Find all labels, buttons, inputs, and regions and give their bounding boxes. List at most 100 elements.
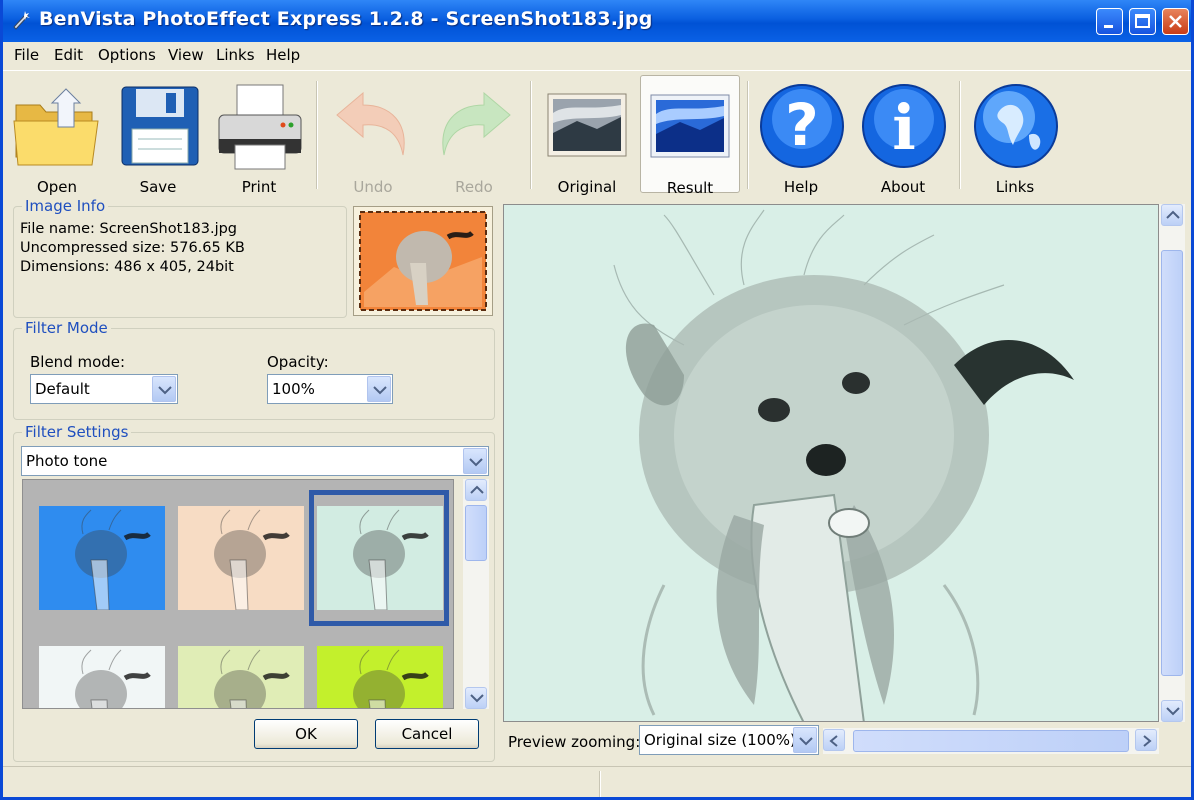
scroll-down-button[interactable] (465, 687, 487, 709)
opacity-value: 100% (272, 380, 315, 398)
filter-swatch[interactable] (317, 646, 443, 708)
app-window: BenVista PhotoEffect Express 1.2.8 - Scr… (0, 0, 1194, 800)
scroll-thumb[interactable] (1161, 250, 1183, 676)
chevron-down-icon[interactable] (793, 727, 817, 753)
original-thumbnail (353, 206, 493, 316)
scroll-left-button[interactable] (823, 729, 845, 751)
scroll-up-button[interactable] (1161, 204, 1183, 226)
status-bar (3, 766, 1191, 797)
open-button[interactable]: Open (7, 75, 107, 196)
menu-help[interactable]: Help (266, 46, 300, 64)
cancel-button[interactable]: Cancel (375, 719, 479, 749)
filter-swatch[interactable] (39, 506, 165, 610)
preview-horizontal-scrollbar[interactable] (823, 728, 1159, 754)
original-photo-icon (547, 93, 627, 157)
undo-label: Undo (353, 178, 393, 196)
undo-button[interactable]: Undo (323, 75, 423, 196)
menu-edit[interactable]: Edit (54, 46, 83, 64)
status-divider (599, 771, 601, 797)
filter-swatch[interactable] (178, 506, 304, 610)
scroll-thumb[interactable] (853, 730, 1129, 752)
original-button[interactable]: Original (537, 75, 637, 196)
print-button[interactable]: Print (209, 75, 309, 196)
minimize-button[interactable] (1096, 8, 1123, 35)
svg-text:?: ? (785, 91, 819, 159)
swatch-dog-thumbnail (214, 649, 290, 708)
preview-zoom-select[interactable]: Original size (100%) (639, 725, 819, 755)
filter-swatch[interactable] (39, 646, 165, 708)
result-button[interactable]: Result (640, 75, 740, 197)
links-button[interactable]: Links (965, 75, 1065, 196)
toolbar-separator (959, 81, 961, 189)
scroll-right-button[interactable] (1135, 729, 1157, 751)
menu-file[interactable]: File (14, 46, 39, 64)
swatch-dog-thumbnail (75, 649, 151, 708)
filter-preset-select[interactable]: Photo tone (21, 446, 489, 476)
open-folder-icon (13, 88, 99, 166)
filter-mode-group: Filter Mode Blend mode: Default Opacity:… (13, 319, 495, 420)
scroll-up-button[interactable] (465, 479, 487, 501)
filter-preset-value: Photo tone (26, 452, 108, 470)
undo-arrow-icon (336, 91, 405, 156)
swatch-scrollbar[interactable] (463, 479, 489, 709)
menu-view[interactable]: View (168, 46, 204, 64)
chevron-down-icon[interactable] (463, 448, 487, 474)
preview-zooming-label: Preview zooming: (508, 733, 641, 751)
ok-button[interactable]: OK (254, 719, 358, 749)
help-label: Help (783, 178, 819, 196)
preview-vertical-scrollbar[interactable] (1159, 204, 1185, 722)
menu-options[interactable]: Options (98, 46, 156, 64)
print-label: Print (241, 178, 277, 196)
image-info-title: Image Info (22, 197, 109, 215)
help-button[interactable]: ? Help (751, 75, 851, 196)
toolbar: Open Save Print Undo Redo Original Resul… (3, 70, 1191, 197)
maximize-button[interactable] (1129, 8, 1156, 35)
info-icon: i (862, 84, 946, 168)
open-label: Open (36, 178, 78, 196)
about-button[interactable]: i About (853, 75, 953, 196)
svg-text:i: i (892, 91, 916, 164)
filter-swatch[interactable] (317, 506, 443, 610)
window-title: BenVista PhotoEffect Express 1.2.8 - Scr… (39, 8, 653, 30)
globe-icon (974, 84, 1058, 168)
filter-settings-title: Filter Settings (22, 423, 132, 441)
toolbar-separator (316, 81, 318, 189)
opacity-select[interactable]: 100% (267, 374, 393, 404)
thumbnail-image (359, 211, 487, 311)
close-button[interactable] (1162, 8, 1189, 35)
chevron-down-icon[interactable] (367, 376, 391, 402)
help-question-icon: ? (760, 84, 844, 168)
filter-mode-title: Filter Mode (22, 319, 111, 337)
menu-bar: File Edit Options View Links Help (3, 42, 1191, 70)
preview-canvas[interactable] (503, 204, 1159, 722)
filter-swatch-grid (22, 479, 454, 709)
uncompressed-size-text: Uncompressed size: 576.65 KB (20, 240, 245, 256)
preview-zoom-value: Original size (100%) (644, 731, 796, 749)
result-photo-icon (650, 94, 730, 158)
opacity-label: Opacity: (267, 353, 329, 371)
links-label: Links (995, 178, 1035, 196)
chevron-down-icon[interactable] (152, 376, 176, 402)
preview-image (613, 209, 1074, 721)
swatch-dog-thumbnail (353, 649, 429, 708)
scroll-down-button[interactable] (1161, 700, 1183, 722)
scroll-thumb[interactable] (465, 505, 487, 561)
printer-icon (218, 84, 302, 170)
toolbar-separator (747, 81, 749, 189)
swatch-dog-thumbnail (75, 509, 151, 610)
save-floppy-icon (121, 86, 199, 166)
title-bar[interactable]: BenVista PhotoEffect Express 1.2.8 - Scr… (3, 0, 1191, 42)
about-label: About (880, 178, 926, 196)
save-button[interactable]: Save (108, 75, 208, 196)
redo-button[interactable]: Redo (424, 75, 524, 196)
redo-label: Redo (455, 178, 493, 196)
swatch-dog-thumbnail (353, 509, 429, 610)
menu-links[interactable]: Links (216, 46, 255, 64)
blend-mode-label: Blend mode: (30, 353, 126, 371)
redo-arrow-icon (442, 91, 511, 156)
blend-mode-select[interactable]: Default (30, 374, 178, 404)
blend-mode-value: Default (35, 380, 90, 398)
result-label: Result (666, 179, 714, 197)
filter-settings-group: Filter Settings Photo tone OK Cancel (13, 423, 495, 762)
filter-swatch[interactable] (178, 646, 304, 708)
